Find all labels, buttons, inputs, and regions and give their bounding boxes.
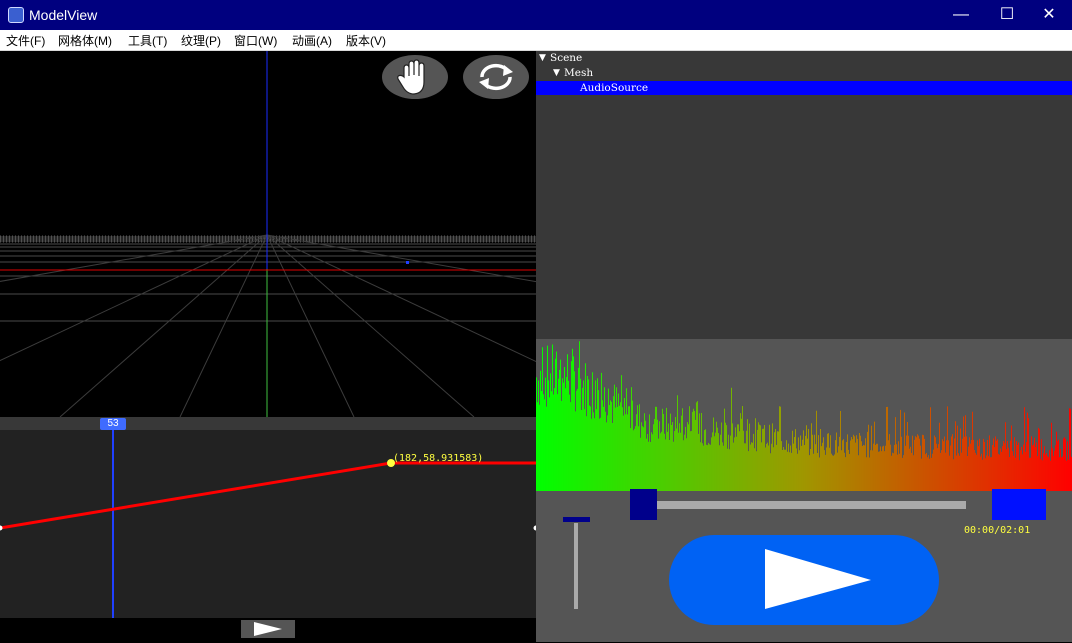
animation-curve-editor[interactable]: 53 (182,58.931583) (0, 417, 536, 618)
title-bar: ModelView — ☐ ✕ (0, 0, 1072, 30)
spectrum-graph (536, 341, 1072, 491)
play-icon (765, 549, 871, 609)
curve-segment-rising (0, 461, 392, 530)
seek-start-handle[interactable] (630, 489, 657, 520)
tree-item-mesh[interactable]: ▼ Mesh (536, 66, 1072, 80)
tree-item-scene[interactable]: ▼ Scene (536, 51, 1072, 65)
play-icon (254, 622, 282, 636)
menu-version[interactable]: 版本(V) (346, 32, 386, 49)
hand-icon (397, 59, 425, 95)
ground-grid (0, 51, 536, 417)
timeline-controls (0, 618, 536, 642)
audio-controls: 00:00/02:01 (536, 489, 1072, 642)
menu-mesh[interactable]: 网格体(M) (58, 32, 112, 49)
tree-item-audiosource[interactable]: AudioSource (536, 81, 1072, 95)
tree-item-label: Scene (550, 52, 583, 64)
minimize-button[interactable]: — (938, 0, 984, 30)
menu-file[interactable]: 文件(F) (6, 32, 45, 49)
maximize-button[interactable]: ☐ (984, 0, 1030, 30)
menu-window[interactable]: 窗口(W) (234, 32, 277, 49)
volume-track[interactable] (574, 523, 578, 609)
menu-texture[interactable]: 纹理(P) (181, 32, 221, 49)
play-button[interactable] (669, 535, 939, 625)
tree-item-label: Mesh (564, 67, 594, 79)
audio-source-marker[interactable] (406, 261, 409, 264)
menu-animation[interactable]: 动画(A) (292, 32, 332, 49)
pan-button[interactable] (382, 55, 448, 99)
tree-item-label: AudioSource (580, 82, 649, 94)
volume-handle[interactable] (563, 517, 590, 522)
seek-track[interactable] (656, 501, 966, 509)
expand-arrow-icon[interactable]: ▼ (539, 51, 546, 65)
close-button[interactable]: ✕ (1026, 0, 1072, 30)
window-title: ModelView (29, 7, 98, 23)
expand-arrow-icon[interactable]: ▼ (553, 66, 560, 80)
time-display: 00:00/02:01 (964, 525, 1031, 536)
keyframe-label: (182,58.931583) (393, 453, 484, 464)
menu-tools[interactable]: 工具(T) (128, 32, 167, 49)
orbit-button[interactable] (463, 55, 529, 99)
seek-end-handle[interactable] (992, 489, 1046, 520)
audio-spectrum (536, 339, 1072, 491)
inspector-panel: ▼ Scene ▼ Mesh AudioSource 00:00/02:01 (536, 51, 1072, 642)
curve-plot (0, 459, 536, 531)
rotate-icon (479, 63, 513, 91)
3d-viewport[interactable] (0, 51, 536, 417)
timeline-play-button[interactable] (241, 620, 295, 638)
app-icon (8, 7, 24, 23)
menu-bar: 文件(F) 网格体(M) 工具(T) 纹理(P) 窗口(W) 动画(A) 版本(… (0, 30, 1072, 51)
